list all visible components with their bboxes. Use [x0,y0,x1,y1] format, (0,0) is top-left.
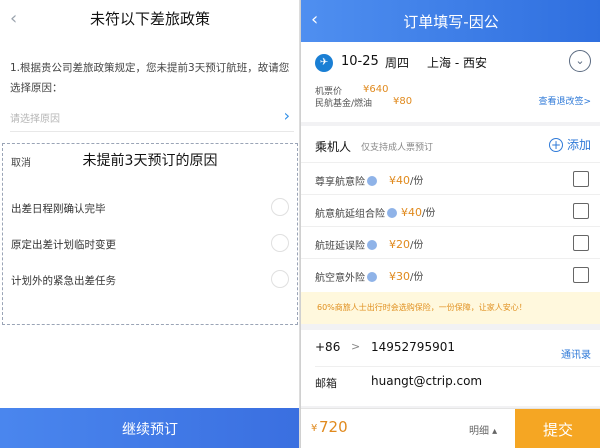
submit-button[interactable]: 提交 [515,409,600,448]
refund-rules-link[interactable]: 查看退改签> [538,94,591,107]
insurance-checkbox[interactable] [573,203,589,219]
add-passenger-label: 添加 [566,138,591,152]
plus-circle-icon: + [548,138,563,152]
add-passenger-button[interactable]: + 添加 [548,136,591,153]
info-icon[interactable] [367,272,377,282]
contact-section: +86 > 14952795901 通讯录 邮箱 huangt@ctrip.co… [301,330,600,406]
notice-text: 60%商旅人士出行时会选购保险，一份保障，让家人安心！ [317,303,527,312]
email-field[interactable]: huangt@ctrip.com [371,374,482,388]
insurance-name: 航班延误险 [315,237,377,252]
continue-booking-button[interactable]: 继续预订 [0,408,299,448]
reason-option[interactable]: 原定出差计划临时变更 [9,228,295,262]
dialog-title: 未提前3天预订的原因 [82,153,218,169]
insurance-name: 尊享航意险 [315,173,377,188]
reason-option[interactable]: 出差日程刚确认完毕 [9,192,295,226]
page-title: 订单填写-因公 [403,13,499,31]
travel-policy-panel: ‹ 未符以下差旅政策 1.根据贵公司差旅政策规定，您未提前3天预订航班，故请您选… [0,0,300,448]
price-unit: /份 [422,208,436,219]
insurance-price: ¥20/份 [389,236,423,251]
flight-weekday: 周四 [385,56,410,70]
fare-value: ¥640 [363,84,389,95]
insurance-price: ¥40/份 [401,204,435,219]
checkout-bar: ¥ 720 明细 ▴ 提交 [301,408,600,448]
radio-button[interactable] [271,198,289,216]
price-value: ¥30 [389,270,410,283]
policy-note: 1.根据贵公司差旅政策规定，您未提前3天预订航班，故请您选择原因： [10,62,290,94]
currency-symbol: ¥ [311,423,318,434]
info-icon[interactable] [367,240,377,250]
price-value: ¥40 [389,174,410,187]
reason-label: 出差日程刚确认完毕 [11,203,106,215]
order-header: ‹ 订单填写-因公 [301,0,600,42]
submit-label: 提交 [542,421,573,439]
flight-date: 10-25 [341,54,379,69]
insurance-checkbox[interactable] [573,267,589,283]
fuel-value: ¥80 [393,96,413,107]
price-unit: /份 [410,240,424,251]
reason-option[interactable]: 计划外的紧急出差任务 [9,264,295,298]
insurance-name-text: 尊享航意险 [315,177,365,188]
reason-dialog: 取消 未提前3天预订的原因 出差日程刚确认完毕 原定出差计划临时变更 计划外的紧… [2,143,298,325]
total-price: 720 [319,418,348,436]
reason-label: 原定出差计划临时变更 [11,239,116,251]
price-unit: /份 [410,176,424,187]
insurance-name-text: 航意航延组合险 [315,209,385,220]
reason-select-placeholder: 请选择原因 [10,114,60,125]
info-icon[interactable] [387,208,397,218]
price-value: ¥20 [389,238,410,251]
insurance-row: 尊享航意险 ¥40/份 [301,162,600,194]
passenger-hint: 仅支持成人票预订 [361,143,434,153]
country-code-select[interactable]: +86 [315,340,340,354]
phone-field[interactable]: 14952795901 [371,340,455,354]
email-label: 邮箱 [315,377,337,390]
chevron-right-icon: › [283,106,290,125]
fare-label: 机票价 [315,87,343,97]
flight-card: ✈ 10-25 周四 上海 - 西安 ⌄ 机票价 ¥640 民航基金/燃油 ¥8… [301,42,600,122]
insurance-checkbox[interactable] [573,235,589,251]
insurance-row: 航空意外险 ¥30/份 [301,258,600,290]
reason-label: 计划外的紧急出差任务 [11,275,116,287]
reason-select[interactable]: 请选择原因 › [10,104,294,132]
continue-booking-label: 继续预订 [122,422,178,438]
insurance-price: ¥30/份 [389,268,423,283]
address-book-link[interactable]: 通讯录 [561,346,591,361]
radio-button[interactable] [271,234,289,252]
page-title: 未符以下差旅政策 [89,10,210,28]
insurance-name-text: 航空意外险 [315,273,365,284]
passenger-insurance-section: 乘机人 仅支持成人票预订 + 添加 尊享航意险 ¥40/份 航意航延组合险 ¥40… [301,126,600,292]
insurance-notice: 60%商旅人士出行时会选购保险，一份保障，让家人安心！ [301,292,600,324]
policy-header: ‹ 未符以下差旅政策 [0,0,299,40]
airline-logo-icon: ✈ [315,54,333,72]
price-detail-toggle[interactable]: 明细 ▴ [469,422,497,437]
insurance-name: 航空意外险 [315,269,377,284]
insurance-row: 航班延误险 ¥20/份 [301,226,600,258]
price-value: ¥40 [401,206,422,219]
passenger-label: 乘机人 [315,140,352,154]
price-unit: /份 [410,272,424,283]
insurance-name-text: 航班延误险 [315,241,365,252]
order-form-panel: ‹ 订单填写-因公 ✈ 10-25 周四 上海 - 西安 ⌄ 机票价 ¥640 … [300,0,600,448]
insurance-checkbox[interactable] [573,171,589,187]
divider [315,366,600,367]
fuel-label: 民航基金/燃油 [315,99,373,109]
chevron-right-icon: > [351,340,361,353]
info-icon[interactable] [367,176,377,186]
insurance-name: 航意航延组合险 [315,205,397,220]
insurance-row: 航意航延组合险 ¥40/份 [301,194,600,226]
insurance-price: ¥40/份 [389,172,423,187]
radio-button[interactable] [271,270,289,288]
chevron-down-icon[interactable]: ⌄ [569,50,591,72]
flight-route: 上海 - 西安 [427,56,487,70]
